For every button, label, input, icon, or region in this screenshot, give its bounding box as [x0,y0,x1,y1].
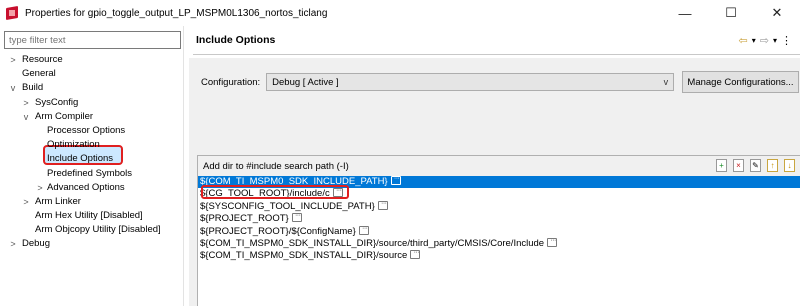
ellipsis-icon[interactable] [547,235,558,247]
include-paths-title: Add dir to #include search path (-I) [203,160,349,172]
path-text: ${COM_TI_MSPM0_SDK_INSTALL_DIR}/source [200,250,408,262]
list-item[interactable]: ${COM_TI_MSPM0_SDK_INSTALL_DIR}/source/t… [198,235,800,250]
path-text: ${CG_TOOL_ROOT}/include/c [200,188,330,200]
tree-item-label: Resource [22,54,63,65]
chevron-down-icon: v [663,77,669,87]
chevron-down-icon[interactable]: v [22,110,30,124]
tree-item-label: Arm Linker [35,195,81,207]
property-tree: > Resource General v Build > SysConfig v Arm… [0,53,183,252]
tree-item-label: Arm Hex Utility [Disabled] [35,210,143,222]
configuration-select[interactable]: Debug [ Active ] v [266,73,675,91]
nav-buttons: ⇦ ▾ ⇨ ▾ ⋮ [739,34,792,47]
include-paths-list: ${COM_TI_MSPM0_SDK_INCLUDE_PATH} ${CG_TO… [198,173,800,263]
tree-item-label: Debug [22,238,50,250]
tree-item-label: Arm Objcopy Utility [Disabled] [35,224,161,236]
sidebar: > Resource General v Build > SysConfig v Arm… [0,26,183,306]
tree-item-build[interactable]: v Build [0,81,183,95]
tree-item-advanced-options[interactable]: > Advanced Options [0,181,183,195]
list-item[interactable]: ${PROJECT_ROOT} [198,210,800,225]
ellipsis-icon[interactable] [358,223,370,235]
path-text: ${PROJECT_ROOT} [200,213,289,225]
tree-item-arm-linker[interactable]: > Arm Linker [0,195,183,209]
move-up-icon[interactable]: ↑ [767,159,778,172]
include-paths-header: Add dir to #include search path (-I) + ×… [198,156,800,176]
window-title: Properties for gpio_toggle_output_LP_MSP… [25,7,328,19]
ellipsis-icon[interactable] [390,173,402,185]
back-menu-icon[interactable]: ▾ [752,36,756,45]
page-title: Include Options [196,34,276,46]
tree-item-label: General [22,68,56,80]
chevron-right-icon[interactable]: > [22,96,30,110]
configuration-label: Configuration: [201,76,261,88]
forward-menu-icon[interactable]: ▾ [773,36,777,45]
chevron-right-icon[interactable]: > [9,53,17,67]
include-paths-panel: Add dir to #include search path (-I) + ×… [197,155,800,306]
tree-item-label: Build [22,82,44,94]
chevron-right-icon[interactable]: > [22,195,30,209]
header-divider [193,54,800,55]
ellipsis-icon[interactable] [377,198,389,210]
tree-item-processor-options[interactable]: Processor Options [0,124,183,138]
path-text: ${COM_TI_MSPM0_SDK_INCLUDE_PATH} [200,176,388,187]
tree-item-label: Predefined Symbols [47,167,133,179]
path-text: ${COM_TI_MSPM0_SDK_INSTALL_DIR}/source/t… [200,237,545,249]
list-item[interactable]: ${COM_TI_MSPM0_SDK_INCLUDE_PATH} [198,173,800,189]
add-path-icon[interactable]: + [716,159,727,172]
list-item[interactable]: ${CG_TOOL_ROOT}/include/c [198,185,800,200]
tree-item-sysconfig[interactable]: > SysConfig [0,96,183,110]
page-header: Include Options ⇦ ▾ ⇨ ▾ ⋮ [189,26,800,54]
maximize-button[interactable]: ☐ [708,0,754,26]
path-text: ${PROJECT_ROOT}/${ConfigName} [200,225,356,237]
tree-item-label: Optimization [47,139,100,151]
tree-item-general[interactable]: General [0,67,183,81]
tree-item-resource[interactable]: > Resource [0,53,183,67]
delete-path-icon[interactable]: × [733,159,744,172]
ellipsis-icon[interactable] [410,247,421,260]
tree-item-arm-compiler[interactable]: v Arm Compiler [0,110,183,124]
back-arrow-icon[interactable]: ⇦ [739,34,748,47]
list-item[interactable]: ${SYSCONFIG_TOOL_INCLUDE_PATH} [198,198,800,213]
chevron-right-icon[interactable]: > [36,181,44,195]
tree-item-include-options[interactable]: Include Options [0,152,183,166]
tree-item-arm-hex-utility[interactable]: Arm Hex Utility [Disabled] [0,209,183,223]
path-text: ${SYSCONFIG_TOOL_INCLUDE_PATH} [200,200,375,212]
include-paths-toolbar: + × ✎ ↑ ↓ [716,159,795,172]
chevron-down-icon[interactable]: v [9,81,17,95]
edit-path-icon[interactable]: ✎ [750,159,761,172]
tree-item-label: Advanced Options [47,181,125,193]
close-button[interactable]: ✕ [754,0,800,26]
main-panel: Include Options ⇦ ▾ ⇨ ▾ ⋮ Configuration:… [189,26,800,306]
chevron-right-icon[interactable]: > [9,237,17,251]
tree-item-optimization[interactable]: Optimization [0,138,183,152]
tree-item-arm-objcopy-utility[interactable]: Arm Objcopy Utility [Disabled] [0,223,183,237]
minimize-button[interactable]: — [662,0,708,26]
list-item[interactable]: ${COM_TI_MSPM0_SDK_INSTALL_DIR}/source [198,247,800,262]
tree-item-label: Processor Options [47,124,126,136]
window-controls: — ☐ ✕ [662,0,800,26]
ellipsis-icon[interactable] [291,210,303,223]
tree-item-predefined-symbols[interactable]: Predefined Symbols [0,167,183,181]
title-bar: Properties for gpio_toggle_output_LP_MSP… [0,0,800,26]
manage-configurations-button[interactable]: Manage Configurations... [682,71,799,93]
tree-item-label: SysConfig [35,96,79,108]
move-down-icon[interactable]: ↓ [784,159,795,172]
tree-item-label: Arm Compiler [35,110,94,122]
configuration-row: Configuration: Debug [ Active ] v [201,73,675,91]
options-body: Configuration: Debug [ Active ] v Manage… [189,58,800,306]
tree-item-debug[interactable]: > Debug [0,237,183,251]
list-item[interactable]: ${PROJECT_ROOT}/${ConfigName} [198,223,800,238]
ellipsis-icon[interactable] [332,185,344,198]
filter-input[interactable] [4,31,181,49]
configuration-value: Debug [ Active ] [272,76,339,88]
forward-arrow-icon[interactable]: ⇨ [760,34,769,47]
app-icon [5,5,19,21]
view-menu-icon[interactable]: ⋮ [781,34,792,47]
tree-item-label: Include Options [47,153,114,165]
